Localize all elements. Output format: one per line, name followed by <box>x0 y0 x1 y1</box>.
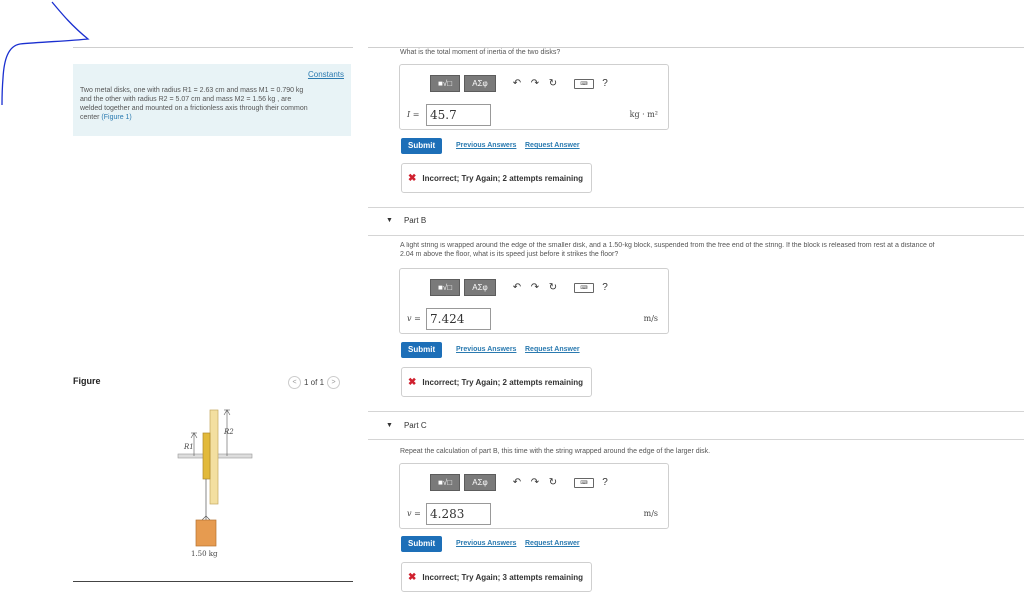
part-a-answer-input[interactable]: 45.7 <box>426 104 491 126</box>
part-b-divider <box>368 207 1024 208</box>
part-c-header[interactable]: ▼ Part C <box>386 421 427 430</box>
part-c-answer-box: ■√□ ΑΣφ ↶ ↷ ↻ ⌨ ? v = 4.283 m/s <box>399 463 669 529</box>
part-a-submit-button[interactable]: Submit <box>401 138 443 154</box>
incorrect-icon: ✖ <box>408 571 417 583</box>
problem-line-1: Two metal disks, one with radius R1 = 2.… <box>80 87 304 94</box>
template-button[interactable]: ■√□ <box>430 75 460 92</box>
template-button[interactable]: ■√□ <box>430 474 460 491</box>
problem-line-2: and the other with radius R2 = 5.07 cm a… <box>80 96 292 103</box>
help-icon[interactable]: ? <box>598 78 612 89</box>
problem-line-4: center (Figure 1) <box>80 113 348 122</box>
part-c-divider <box>368 411 1024 412</box>
part-c-header-divider <box>368 439 1024 440</box>
problem-statement-box: Constants Two metal disks, one with radi… <box>73 64 351 136</box>
part-b-toolbar: ■√□ ΑΣφ ↶ ↷ ↻ ⌨ ? <box>430 279 612 296</box>
part-b-request-answer-link[interactable]: Request Answer <box>525 346 580 353</box>
part-b-header[interactable]: ▼ Part B <box>386 216 426 225</box>
part-a-previous-answers-link[interactable]: Previous Answers <box>456 142 516 149</box>
part-c-title: Part C <box>403 421 427 430</box>
mass-label: 1.50 kg <box>191 550 218 558</box>
part-b-feedback: ✖ Incorrect; Try Again; 2 attempts remai… <box>401 367 593 397</box>
part-c-question: Repeat the calculation of part B, this t… <box>400 448 711 455</box>
bottom-divider <box>73 581 353 582</box>
part-b-variable: v = <box>407 314 421 323</box>
redo-icon[interactable]: ↷ <box>528 78 542 89</box>
part-a-answer-box: ■√□ ΑΣφ ↶ ↷ ↻ ⌨ ? I = 45.7 kg · m² <box>399 64 669 130</box>
constants-link[interactable]: Constants <box>308 70 344 79</box>
part-b-title: Part B <box>403 216 427 225</box>
right-top-divider <box>368 47 1024 48</box>
keyboard-icon[interactable]: ⌨ <box>574 282 594 293</box>
help-icon[interactable]: ? <box>598 477 612 488</box>
incorrect-icon: ✖ <box>408 376 417 388</box>
redo-icon[interactable]: ↷ <box>528 282 542 293</box>
greek-symbols-button[interactable]: ΑΣφ <box>464 279 496 296</box>
part-a-request-answer-link[interactable]: Request Answer <box>525 142 580 149</box>
collapse-arrow-icon[interactable]: ▼ <box>386 422 393 429</box>
part-c-previous-answers-link[interactable]: Previous Answers <box>456 540 516 547</box>
undo-icon[interactable]: ↶ <box>510 477 524 488</box>
part-c-submit-button[interactable]: Submit <box>401 536 443 552</box>
part-c-answer-input[interactable]: 4.283 <box>426 503 491 525</box>
reset-icon[interactable]: ↻ <box>546 282 560 293</box>
figure-pager: < 1 of 1 > <box>288 376 341 389</box>
pager-text: 1 of 1 <box>304 378 325 387</box>
greek-symbols-button[interactable]: ΑΣφ <box>464 75 496 92</box>
greek-symbols-button[interactable]: ΑΣφ <box>464 474 496 491</box>
undo-icon[interactable]: ↶ <box>510 78 524 89</box>
reset-icon[interactable]: ↻ <box>546 477 560 488</box>
incorrect-icon: ✖ <box>408 172 417 184</box>
figure-link[interactable]: (Figure 1) <box>101 114 131 121</box>
part-b-previous-answers-link[interactable]: Previous Answers <box>456 346 516 353</box>
part-c-toolbar: ■√□ ΑΣφ ↶ ↷ ↻ ⌨ ? <box>430 474 612 491</box>
part-a-feedback-text: Incorrect; Try Again; 2 attempts remaini… <box>422 173 584 183</box>
part-b-question-line-2: 2.04 m above the floor, what is its spee… <box>400 251 619 258</box>
chevron-right-icon[interactable]: > <box>327 376 341 389</box>
part-b-unit: m/s <box>643 314 658 323</box>
part-c-unit: m/s <box>643 509 658 518</box>
keyboard-icon[interactable]: ⌨ <box>574 477 594 488</box>
r1-label: R1 <box>183 443 194 451</box>
chevron-left-icon[interactable]: < <box>288 376 301 389</box>
part-b-header-divider <box>368 235 1024 236</box>
disks-figure: R2 R1 1.50 kg <box>177 409 253 558</box>
part-a-variable: I = <box>407 110 420 119</box>
collapse-arrow-icon[interactable]: ▼ <box>386 217 393 224</box>
part-a-toolbar: ■√□ ΑΣφ ↶ ↷ ↻ ⌨ ? <box>430 75 612 92</box>
help-icon[interactable]: ? <box>598 282 612 293</box>
problem-text: Two metal disks, one with radius R1 = 2.… <box>80 86 348 122</box>
figure-label: Figure <box>73 376 101 386</box>
template-button[interactable]: ■√□ <box>430 279 460 296</box>
problem-line-3: welded together and mounted on a frictio… <box>80 105 308 112</box>
part-b-submit-button[interactable]: Submit <box>401 342 443 358</box>
part-a-unit: kg · m² <box>629 110 658 119</box>
keyboard-icon[interactable]: ⌨ <box>574 78 594 89</box>
part-c-feedback-text: Incorrect; Try Again; 3 attempts remaini… <box>422 572 584 582</box>
redo-icon[interactable]: ↷ <box>528 477 542 488</box>
part-b-question-line-1: A light string is wrapped around the edg… <box>400 242 935 249</box>
part-c-request-answer-link[interactable]: Request Answer <box>525 540 580 547</box>
part-a-question: What is the total moment of inertia of t… <box>400 49 561 56</box>
r2-label: R2 <box>223 428 234 436</box>
part-b-answer-box: ■√□ ΑΣφ ↶ ↷ ↻ ⌨ ? v = 7.424 m/s <box>399 268 669 334</box>
undo-icon[interactable]: ↶ <box>510 282 524 293</box>
top-divider <box>73 47 353 48</box>
part-b-feedback-text: Incorrect; Try Again; 2 attempts remaini… <box>422 377 584 387</box>
reset-icon[interactable]: ↻ <box>546 78 560 89</box>
part-c-feedback: ✖ Incorrect; Try Again; 3 attempts remai… <box>401 562 593 592</box>
part-b-answer-input[interactable]: 7.424 <box>426 308 491 330</box>
part-a-feedback: ✖ Incorrect; Try Again; 2 attempts remai… <box>401 163 593 193</box>
problem-line-4-text: center <box>80 114 100 121</box>
part-c-variable: v = <box>407 509 421 518</box>
